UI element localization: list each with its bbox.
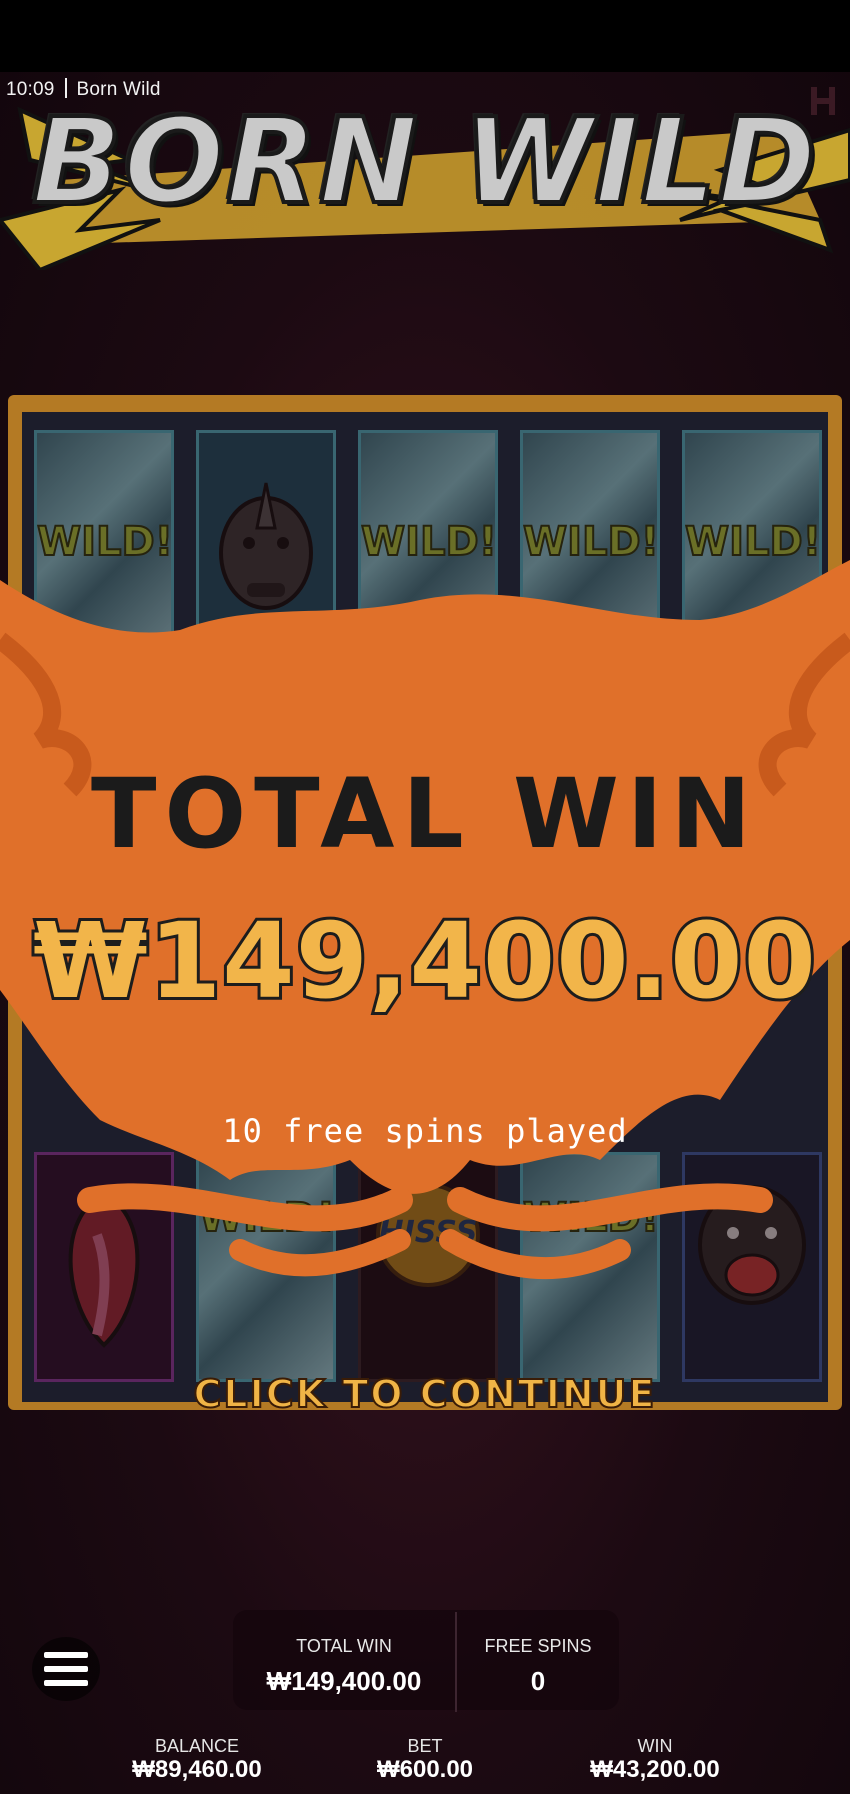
menu-button[interactable]: [32, 1637, 100, 1701]
hamburger-icon: [44, 1666, 88, 1672]
balance-label: BALANCE: [154, 1736, 240, 1756]
hamburger-icon: [44, 1652, 88, 1658]
logo-text: BORN WILD: [30, 90, 819, 232]
panel-total-win-label: TOTAL WIN: [296, 1636, 392, 1656]
panel-total-win-value: ₩149,400.00: [266, 1666, 422, 1696]
panel-divider: [455, 1612, 457, 1712]
bet-label: BET: [407, 1736, 443, 1756]
click-to-continue-button[interactable]: CLICK TO CONTINUE: [0, 1371, 850, 1417]
total-win-title: TOTAL WIN: [91, 758, 759, 870]
bet-value: ₩600.00: [376, 1756, 474, 1783]
panel-free-spins-label: FREE SPINS: [484, 1636, 592, 1656]
top-black-bar: [0, 0, 850, 72]
win-label: WIN: [637, 1736, 673, 1756]
free-spins-played-text: 10 free spins played: [222, 1112, 628, 1150]
game-logo: BORN WILD: [0, 70, 850, 270]
win-value: ₩43,200.00: [590, 1756, 720, 1783]
balance-value: ₩89,460.00: [132, 1756, 262, 1783]
win-info-panel: TOTAL WIN ₩149,400.00 FREE SPINS 0: [233, 1610, 619, 1712]
total-win-amount: ₩149,400.00: [30, 897, 819, 1025]
hamburger-icon: [44, 1680, 88, 1686]
panel-free-spins-value: 0: [530, 1666, 546, 1696]
